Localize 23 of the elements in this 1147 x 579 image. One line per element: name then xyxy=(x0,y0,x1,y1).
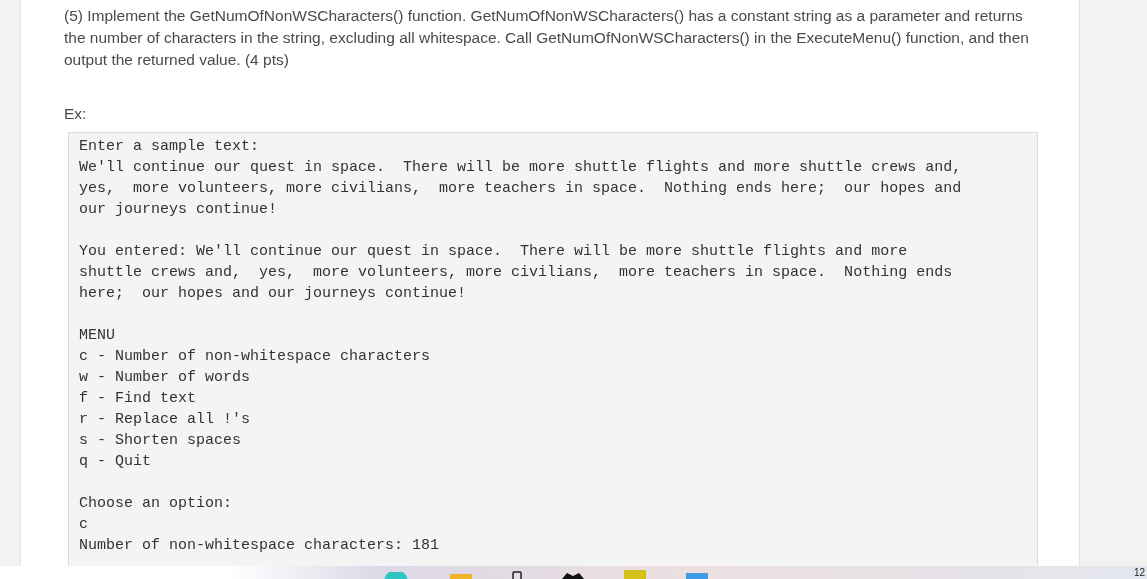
console-line: f - Find text xyxy=(79,389,197,409)
console-line: You entered: We'll continue our quest in space. There will be more shuttle flights and more xyxy=(79,242,908,262)
console-line: Choose an option: xyxy=(79,494,233,514)
console-line: r - Replace all !'s xyxy=(79,410,251,430)
console-line: shuttle crews and, yes, more volunteers, more civilians, more teachers in space. Nothing ends xyxy=(79,263,953,283)
console-line: We'll continue our quest in space. There will be more shuttle flights and more shuttle crews and, xyxy=(79,158,962,178)
console-line: s - Shorten spaces xyxy=(79,431,242,451)
console-line: Enter a sample text: xyxy=(79,137,260,157)
console-line: w - Number of words xyxy=(79,368,251,388)
note-icon[interactable] xyxy=(624,570,646,579)
example-label: Ex: xyxy=(64,104,87,124)
console-line: our journeys continue! xyxy=(79,200,278,220)
clock-text: 12 xyxy=(1133,567,1145,579)
console-line: c xyxy=(79,515,88,535)
window-icon[interactable] xyxy=(686,573,708,579)
question-text: (5) Implement the GetNumOfNonWSCharacters() function. GetNumOfNonWSCharacters() has a constant string as a parameter and returns the number of characters in the string, excluding all whitespace. Call GetNumOfNonWSCharacters() in the ExecuteMenu() function, and then output the returned value. (4 pts) xyxy=(64,6,1030,70)
console-line: c - Number of non-whitespace characters xyxy=(79,347,431,367)
console-line: q - Quit xyxy=(79,452,151,472)
phone-icon[interactable] xyxy=(512,571,522,579)
console-line: here; our hopes and our journeys continue! xyxy=(79,284,467,304)
console-line: yes, more volunteers, more civilians, more teachers in space. Nothing ends here; our hopes and xyxy=(79,179,962,199)
console-line: MENU xyxy=(79,326,115,346)
console-line: Number of non-whitespace characters: 181 xyxy=(79,536,440,556)
